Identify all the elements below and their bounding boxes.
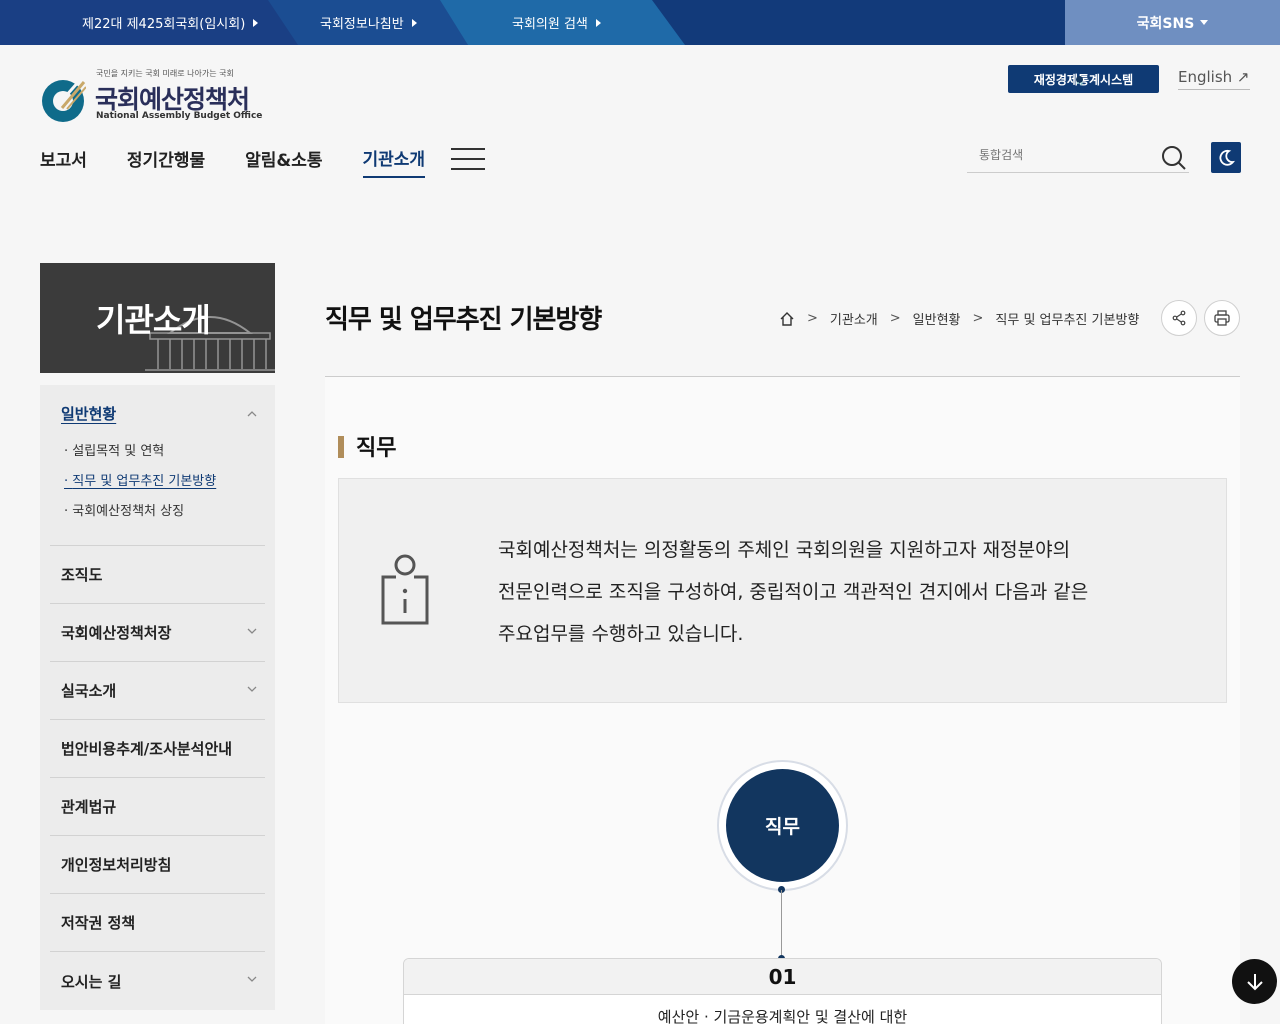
duty-circle-label: 직무	[726, 769, 839, 882]
logo-mark-icon	[42, 79, 86, 122]
duty-card-text: 예산안 · 기금운용계획안 및 결산에 대한	[657, 1008, 908, 1024]
breadcrumb-item[interactable]: 기관소개	[830, 309, 878, 328]
topbar-link-label: 국회정보나침반	[320, 17, 404, 32]
arrow-down-icon	[1246, 973, 1263, 990]
topbar-link-label: 국회의원 검색	[512, 17, 588, 32]
info-text-line: 전문인력으로 조직을 구성하여, 중립적이고 객관적인 견지에서 다음과 같은	[498, 581, 1089, 603]
breadcrumb-separator: >	[889, 311, 901, 326]
scroll-down-button[interactable]	[1232, 959, 1277, 1004]
breadcrumb-item[interactable]: 일반현황	[913, 309, 961, 328]
info-text-line: 국회예산정책처는 의정활동의 주체인 국회의원을 지원하고자 재정분야의	[498, 539, 1071, 561]
duty-circle: 직무	[717, 760, 848, 891]
site-logo[interactable]: 국민을 지키는 국회 미래로 나아가는 국회 국회예산정책처 National …	[40, 66, 262, 126]
sidebar-item-cost-estimate[interactable]: 법안비용추계/조사분석안내	[50, 720, 265, 778]
sidebar-subitem-history[interactable]: · 설립목적 및 연혁	[64, 440, 164, 459]
topbar-link-label: 제22대 제425회국회(임시회)	[82, 17, 246, 32]
moon-icon	[1219, 149, 1235, 166]
chevron-down-icon	[247, 976, 257, 982]
breadcrumb-separator: >	[807, 311, 818, 326]
nav-item-periodicals[interactable]: 정기간행물	[127, 146, 205, 177]
sidebar-item-laws[interactable]: 관계법규	[50, 778, 265, 836]
nav-item-reports[interactable]: 보고서	[40, 146, 87, 177]
sidebar-item-label: 저작권 정책	[61, 914, 136, 932]
topbar-link-session[interactable]: 제22대 제425회국회(임시회)	[0, 0, 300, 45]
sidebar-group-general: 일반현황 · 설립목적 및 연혁 · 직무 및 업무추진 기본방향 · 국회예산…	[50, 385, 265, 546]
topbar-link-compass[interactable]: 국회정보나침반	[268, 0, 468, 45]
search-box	[967, 142, 1189, 173]
chevron-down-icon	[247, 686, 257, 692]
info-person-icon	[381, 554, 429, 625]
sidebar-subitem-label: 직무 및 업무추진 기본방향	[72, 474, 217, 489]
page-title: 직무 및 업무추진 기본방향	[325, 305, 602, 335]
logo-english: National Assembly Budget Office	[96, 111, 263, 121]
search-input[interactable]	[979, 148, 1149, 162]
sidebar-subitem-symbol[interactable]: · 국회예산정책처 상징	[64, 500, 184, 519]
print-icon	[1214, 310, 1230, 326]
sidebar-item-label: 실국소개	[61, 682, 117, 700]
breadcrumb-separator: >	[972, 311, 984, 326]
sidebar-item-copyright[interactable]: 저작권 정책	[50, 894, 265, 952]
sidebar-banner-title: 기관소개	[96, 301, 211, 339]
top-bar: 제22대 제425회국회(임시회) 국회정보나침반 국회의원 검색 국회SNS	[0, 0, 1280, 45]
sidebar-item-privacy[interactable]: 개인정보처리방침	[50, 836, 265, 894]
dark-mode-button[interactable]	[1211, 142, 1241, 173]
fiscal-stats-button[interactable]: ., 재정경제통계시스템	[1008, 65, 1159, 93]
caret-right-icon	[595, 18, 601, 27]
chart-icon: .,	[1076, 75, 1084, 87]
sns-dropdown[interactable]: 국회SNS	[1065, 0, 1280, 45]
breadcrumb-item-current: 직무 및 업무추진 기본방향	[995, 313, 1140, 328]
main-nav: 보고서 정기간행물 알림&소통 기관소개	[40, 145, 486, 178]
breadcrumb: > 기관소개 > 일반현황 > 직무 및 업무추진 기본방향	[779, 309, 1139, 328]
share-button[interactable]	[1161, 300, 1197, 336]
logo-slogan: 국민을 지키는 국회 미래로 나아가는 국회	[96, 69, 234, 78]
sidebar-subitem-duties[interactable]: · 직무 및 업무추진 기본방향	[64, 470, 216, 489]
duty-card: 01 예산안 · 기금운용계획안 및 결산에 대한	[403, 958, 1162, 1024]
sidebar-item-org-chart[interactable]: 조직도	[50, 546, 265, 604]
sidebar-item-general[interactable]: 일반현황	[61, 403, 116, 424]
sidebar-item-director[interactable]: 국회예산정책처장	[50, 604, 265, 662]
caret-right-icon	[411, 18, 417, 27]
nav-item-news[interactable]: 알림&소통	[245, 146, 322, 177]
sidebar-item-label: 조직도	[61, 566, 103, 584]
caret-right-icon	[253, 18, 259, 27]
chevron-up-icon[interactable]	[247, 409, 257, 419]
topbar-link-member-search[interactable]: 국회의원 검색	[440, 0, 685, 45]
print-button[interactable]	[1204, 300, 1240, 336]
sidebar-item-label: 개인정보처리방침	[61, 856, 172, 874]
chevron-down-icon	[1200, 20, 1209, 25]
sidebar-subitem-label: 국회예산정책처 상징	[72, 504, 185, 519]
sidebar-menu: 일반현황 · 설립목적 및 연혁 · 직무 및 업무추진 기본방향 · 국회예산…	[40, 385, 275, 1010]
nav-item-about[interactable]: 기관소개	[362, 145, 426, 178]
home-icon[interactable]	[779, 311, 795, 327]
sidebar-item-label: 오시는 길	[61, 972, 122, 991]
sidebar-item-departments[interactable]: 실국소개	[50, 662, 265, 720]
info-box: 국회예산정책처는 의정활동의 주체인 국회의원을 지원하고자 재정분야의 전문인…	[338, 478, 1227, 703]
sns-label: 국회SNS	[1136, 15, 1195, 32]
menu-icon[interactable]	[451, 147, 486, 170]
info-text-line: 주요업무를 수행하고 있습니다.	[498, 623, 744, 645]
sidebar-item-label: 관계법규	[61, 798, 117, 816]
share-icon	[1172, 310, 1186, 326]
sidebar-item-label: 국회예산정책처장	[61, 624, 172, 642]
duty-card-number: 01	[404, 959, 1161, 995]
connector-line	[781, 890, 782, 958]
sidebar-subitem-label: 설립목적 및 연혁	[72, 444, 165, 459]
sidebar-banner: 기관소개	[40, 263, 275, 373]
sidebar-item-directions[interactable]: 오시는 길	[50, 952, 265, 1010]
english-link[interactable]: English ↗	[1178, 68, 1250, 90]
chevron-down-icon	[247, 628, 257, 634]
sidebar-item-label: 법안비용추계/조사분석안내	[61, 740, 233, 758]
section-title: 직무	[338, 430, 396, 462]
search-icon[interactable]	[1161, 145, 1187, 171]
